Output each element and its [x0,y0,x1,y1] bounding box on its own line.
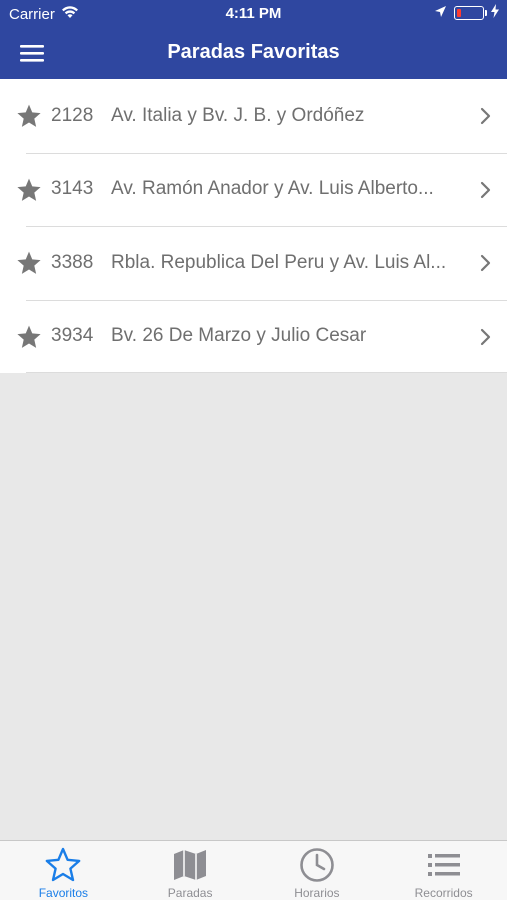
status-right [434,4,499,22]
star-icon [17,325,41,348]
page-title: Paradas Favoritas [167,41,340,63]
favorites-list: 2128 Av. Italia y Bv. J. B. y Ordóñez 31… [0,79,507,373]
tab-label: Horarios [294,886,340,900]
star-icon [17,251,41,274]
list-icon [427,854,460,876]
tab-bar: Favoritos Paradas Horarios Recorridos [0,840,507,900]
tab-label: Favoritos [38,886,89,900]
favorite-stop-row[interactable]: 3934 Bv. 26 De Marzo y Julio Cesar [0,299,507,374]
location-arrow-icon [434,5,447,22]
stop-name: Rbla. Republica Del Peru y Av. Luis Al..… [111,251,447,273]
tab-paradas[interactable]: Paradas [127,841,254,900]
favorite-stop-row[interactable]: 2128 Av. Italia y Bv. J. B. y Ordóñez [0,79,507,153]
star-icon [17,104,41,127]
star-icon [17,178,41,201]
favorite-stop-row[interactable]: 3143 Av. Ramón Anador y Av. Luis Alberto… [0,152,507,227]
tab-label: Recorridos [414,886,473,900]
chevron-right-icon [480,181,491,198]
status-bar: Carrier 4:11 PM [0,0,507,28]
clock-icon [300,848,334,882]
favorite-stop-row[interactable]: 3388 Rbla. Republica Del Peru y Av. Luis… [0,226,507,300]
chevron-right-icon [480,254,491,272]
tab-recorridos[interactable]: Recorridos [380,841,507,900]
clock: 4:11 PM [225,5,282,22]
chevron-right-icon [480,328,491,345]
tab-horarios[interactable]: Horarios [254,841,381,900]
battery-icon [454,6,487,20]
tab-favoritos[interactable]: Favoritos [0,841,127,900]
chevron-right-icon [480,107,491,125]
stop-code: 3143 [51,178,94,200]
stop-code: 3388 [51,251,94,273]
header: Carrier 4:11 PM Paradas Favoritas [0,0,507,79]
stop-name: Bv. 26 De Marzo y Julio Cesar [111,325,367,347]
tab-label: Paradas [167,886,213,900]
stop-code: 3934 [51,325,94,347]
stop-name: Av. Italia y Bv. J. B. y Ordóñez [111,104,365,126]
charging-bolt-icon [491,4,499,22]
navigation-bar: Paradas Favoritas [0,28,507,79]
map-icon [174,850,207,880]
stop-code: 2128 [51,104,94,126]
stop-name: Av. Ramón Anador y Av. Luis Alberto... [111,178,434,200]
star-outline-icon [45,847,81,882]
